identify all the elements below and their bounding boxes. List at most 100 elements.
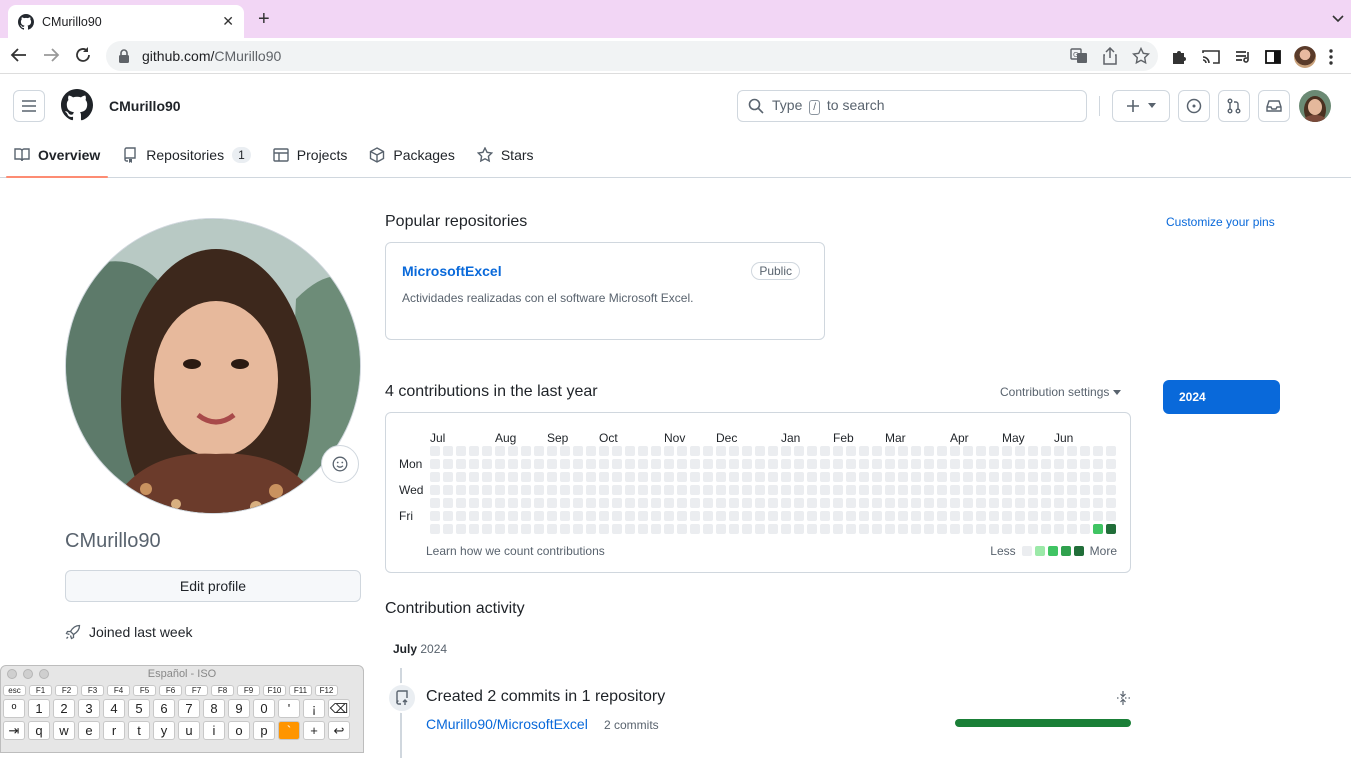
media-queue-icon[interactable] [1234, 48, 1252, 66]
contribution-day-cell[interactable] [963, 459, 973, 469]
contribution-day-cell[interactable] [573, 511, 583, 521]
contribution-day-cell[interactable] [664, 446, 674, 456]
contribution-day-cell[interactable] [885, 485, 895, 495]
contribution-day-cell[interactable] [781, 459, 791, 469]
keyboard-key[interactable]: 2 [53, 699, 75, 718]
contribution-day-cell[interactable] [495, 498, 505, 508]
contribution-settings-dropdown[interactable]: Contribution settings [1000, 385, 1121, 399]
issues-button[interactable] [1178, 90, 1210, 122]
contribution-day-cell[interactable] [898, 524, 908, 534]
contribution-day-cell[interactable] [677, 485, 687, 495]
contribution-day-cell[interactable] [586, 472, 596, 482]
contribution-day-cell[interactable] [807, 485, 817, 495]
contribution-day-cell[interactable] [573, 485, 583, 495]
contribution-day-cell[interactable] [1041, 446, 1051, 456]
contribution-day-cell[interactable] [1028, 472, 1038, 482]
contribution-day-cell[interactable] [456, 485, 466, 495]
contribution-day-cell[interactable] [599, 459, 609, 469]
contribution-day-cell[interactable] [898, 446, 908, 456]
contribution-day-cell[interactable] [690, 511, 700, 521]
contribution-day-cell[interactable] [456, 459, 466, 469]
contribution-day-cell[interactable] [469, 485, 479, 495]
inbox-button[interactable] [1258, 90, 1290, 122]
contribution-day-cell[interactable] [872, 472, 882, 482]
keyboard-key[interactable]: F12 [315, 685, 338, 696]
contribution-day-cell[interactable] [807, 459, 817, 469]
year-2024-button[interactable]: 2024 [1163, 380, 1280, 414]
keyboard-key[interactable]: 9 [228, 699, 250, 718]
contribution-day-cell[interactable] [430, 485, 440, 495]
keyboard-key[interactable]: F3 [81, 685, 104, 696]
keyboard-key[interactable]: F5 [133, 685, 156, 696]
keyboard-key[interactable]: 8 [203, 699, 225, 718]
contribution-day-cell[interactable] [924, 472, 934, 482]
contribution-day-cell[interactable] [1080, 511, 1090, 521]
contribution-day-cell[interactable] [716, 459, 726, 469]
contribution-day-cell[interactable] [573, 524, 583, 534]
contribution-day-cell[interactable] [1054, 524, 1064, 534]
contribution-day-cell[interactable] [625, 472, 635, 482]
contribution-day-cell[interactable] [859, 459, 869, 469]
contribution-day-cell[interactable] [976, 472, 986, 482]
contribution-day-cell[interactable] [976, 446, 986, 456]
contribution-day-cell[interactable] [547, 459, 557, 469]
contribution-day-cell[interactable] [1015, 459, 1025, 469]
contribution-day-cell[interactable] [560, 485, 570, 495]
contribution-day-cell[interactable] [1080, 485, 1090, 495]
contribution-day-cell[interactable] [482, 485, 492, 495]
contribution-day-cell[interactable] [677, 446, 687, 456]
contribution-day-cell[interactable] [534, 459, 544, 469]
contribution-day-cell[interactable] [677, 459, 687, 469]
contribution-day-cell[interactable] [638, 446, 648, 456]
browser-tab[interactable]: CMurillo90 ✕ [8, 5, 244, 38]
contribution-day-cell[interactable] [1028, 511, 1038, 521]
contribution-day-cell[interactable] [599, 524, 609, 534]
contribution-day-cell[interactable] [677, 498, 687, 508]
contribution-day-cell[interactable] [846, 511, 856, 521]
contribution-day-cell[interactable] [495, 446, 505, 456]
contribution-day-cell[interactable] [1067, 459, 1077, 469]
contribution-day-cell[interactable] [547, 511, 557, 521]
contribution-day-cell[interactable] [651, 446, 661, 456]
contribution-day-cell[interactable] [950, 498, 960, 508]
contribution-day-cell[interactable] [573, 446, 583, 456]
contribution-day-cell[interactable] [1067, 498, 1077, 508]
contribution-day-cell[interactable] [690, 524, 700, 534]
contribution-day-cell[interactable] [924, 446, 934, 456]
contribution-day-cell[interactable] [664, 485, 674, 495]
contribution-day-cell[interactable] [716, 498, 726, 508]
contribution-day-cell[interactable] [872, 446, 882, 456]
contribution-day-cell[interactable] [937, 472, 947, 482]
contribution-day-cell[interactable] [573, 498, 583, 508]
contribution-day-cell[interactable] [1054, 498, 1064, 508]
contribution-day-cell[interactable] [937, 511, 947, 521]
contribution-day-cell[interactable] [846, 459, 856, 469]
contribution-day-cell[interactable] [1028, 485, 1038, 495]
contribution-day-cell[interactable] [898, 511, 908, 521]
contribution-day-cell[interactable] [755, 524, 765, 534]
contribution-day-cell[interactable] [1002, 459, 1012, 469]
tab-repositories[interactable]: Repositories 1 [114, 132, 259, 178]
contribution-day-cell[interactable] [963, 446, 973, 456]
contribution-day-cell[interactable] [729, 511, 739, 521]
contribution-day-cell[interactable] [950, 511, 960, 521]
contribution-day-cell[interactable] [612, 446, 622, 456]
contribution-day-cell[interactable] [924, 459, 934, 469]
contribution-day-cell[interactable] [430, 511, 440, 521]
contribution-day-cell[interactable] [885, 524, 895, 534]
contribution-day-cell[interactable] [794, 511, 804, 521]
contribution-day-cell[interactable] [742, 472, 752, 482]
contribution-day-cell[interactable] [820, 524, 830, 534]
contribution-day-cell[interactable] [560, 524, 570, 534]
contribution-day-cell[interactable] [456, 511, 466, 521]
contribution-day-cell[interactable] [1080, 498, 1090, 508]
keyboard-key[interactable]: ↩ [328, 721, 350, 740]
contribution-day-cell[interactable] [911, 524, 921, 534]
contribution-day-cell[interactable] [664, 498, 674, 508]
contribution-day-cell[interactable] [950, 459, 960, 469]
contribution-day-cell[interactable] [1002, 498, 1012, 508]
contribution-day-cell[interactable] [872, 459, 882, 469]
keyboard-key[interactable]: F4 [107, 685, 130, 696]
header-username[interactable]: CMurillo90 [109, 98, 181, 114]
hamburger-menu-button[interactable] [13, 90, 45, 122]
